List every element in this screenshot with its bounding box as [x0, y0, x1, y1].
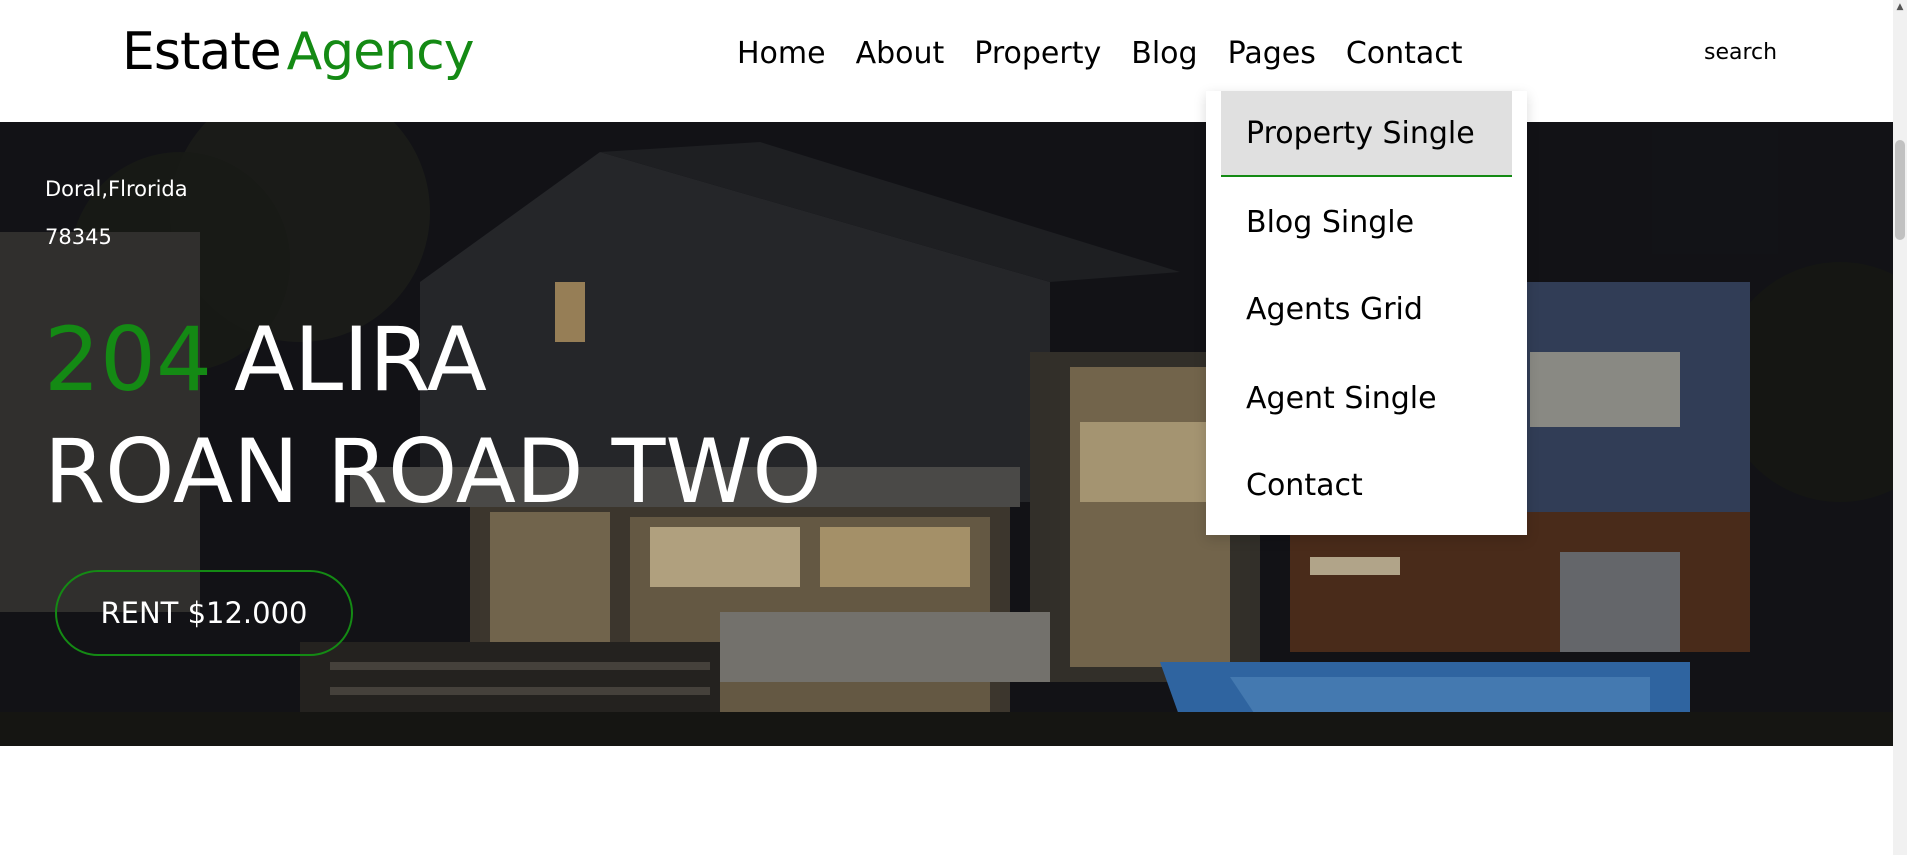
scroll-up-arrow-icon[interactable]: ▲ — [1895, 2, 1905, 12]
pages-dropdown-menu: Property Single Blog Single Agents Grid … — [1206, 91, 1527, 535]
hero-section: Doral,Flrorida 78345 204 ALIRA ROAN ROAD … — [0, 122, 1893, 746]
nav-item-contact[interactable]: Contact — [1331, 34, 1478, 74]
nav-item-blog[interactable]: Blog — [1116, 34, 1212, 74]
nav-item-home[interactable]: Home — [737, 34, 841, 74]
site-header: Estate Agency Home About Property Blog Pa… — [0, 0, 1893, 122]
search-link[interactable]: search — [1704, 40, 1777, 65]
nav-item-property[interactable]: Property — [959, 34, 1116, 74]
site-logo[interactable]: Estate Agency — [122, 20, 474, 84]
dropdown-item-blog-single[interactable]: Blog Single — [1221, 179, 1512, 265]
scrollbar-thumb[interactable] — [1895, 140, 1905, 240]
main-nav: Home About Property Blog Pages Contact — [737, 34, 1478, 74]
dropdown-item-property-single[interactable]: Property Single — [1221, 91, 1512, 177]
rent-price-button[interactable]: RENT $12.000 — [55, 570, 353, 656]
nav-item-pages[interactable]: Pages — [1213, 34, 1331, 74]
address-city: Doral,Flrorida — [45, 177, 188, 201]
property-title-word: ALIRA — [233, 308, 487, 411]
page-scrollbar[interactable] — [1893, 0, 1907, 855]
dropdown-item-agents-grid[interactable]: Agents Grid — [1221, 266, 1512, 352]
address-zip: 78345 — [45, 225, 112, 249]
logo-text-estate: Estate — [122, 22, 282, 82]
nav-item-about[interactable]: About — [841, 34, 960, 74]
property-title-line2: ROAN ROAD TWO — [44, 420, 822, 523]
property-title-line1: 204 ALIRA — [44, 310, 487, 410]
logo-text-agency: Agency — [286, 22, 475, 82]
dropdown-item-agent-single[interactable]: Agent Single — [1221, 355, 1512, 441]
dropdown-item-contact[interactable]: Contact — [1221, 442, 1512, 528]
property-number: 204 — [44, 308, 212, 411]
